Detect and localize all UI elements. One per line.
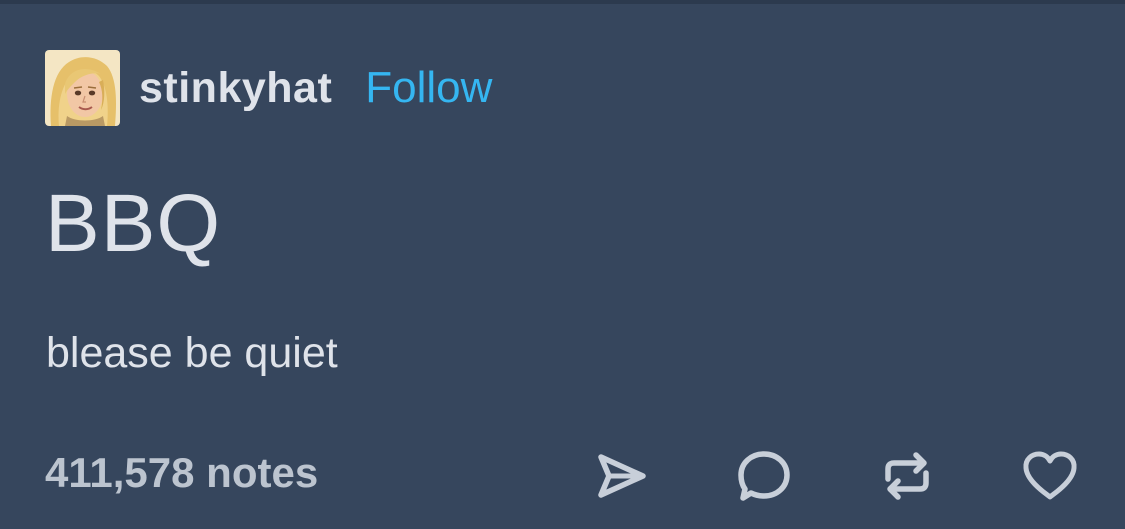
- author-username[interactable]: stinkyhat: [139, 66, 332, 110]
- speech-bubble-icon: [738, 451, 790, 501]
- heart-icon: [1023, 451, 1077, 500]
- like-button[interactable]: [1020, 446, 1080, 506]
- reblog-button[interactable]: [877, 446, 937, 506]
- share-button[interactable]: [592, 446, 652, 506]
- post-body: blease be quiet: [46, 329, 338, 377]
- notes-count[interactable]: 411,578 notes: [45, 452, 318, 494]
- author-avatar[interactable]: [45, 50, 120, 126]
- avatar-blonde-character-icon: [45, 50, 120, 126]
- post-card: stinkyhat Follow BBQ blease be quiet 411…: [0, 0, 1125, 529]
- post-header: stinkyhat Follow: [45, 50, 492, 126]
- reply-button[interactable]: [734, 446, 794, 506]
- paper-plane-icon: [598, 454, 646, 498]
- reblog-arrows-icon: [885, 452, 929, 500]
- follow-button[interactable]: Follow: [365, 66, 492, 110]
- post-footer: 411,578 notes: [0, 440, 1125, 510]
- post-title: BBQ: [45, 178, 222, 269]
